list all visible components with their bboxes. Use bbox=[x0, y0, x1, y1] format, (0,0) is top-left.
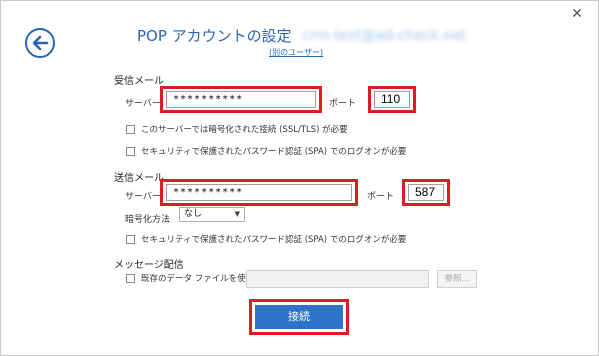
outgoing-spa-checkbox[interactable] bbox=[126, 234, 135, 244]
existing-data-file-label: 既存のデータ ファイルを使用 bbox=[141, 274, 255, 284]
incoming-spa-checkbox-row[interactable]: セキュリティで保護されたパスワード認証 (SPA) でのログオンが必要 bbox=[126, 145, 406, 157]
encryption-method-value: なし bbox=[184, 209, 203, 219]
title-row: POP アカウントの設定 crm-test@ad-check.net bbox=[137, 25, 466, 46]
back-button[interactable] bbox=[25, 28, 55, 58]
connect-button[interactable]: 接続 bbox=[255, 305, 343, 329]
back-arrow-icon bbox=[32, 35, 49, 51]
incoming-port-label: ポート bbox=[329, 99, 357, 109]
encryption-method-select[interactable]: なし ▼ bbox=[179, 207, 245, 222]
ssl-required-checkbox-row[interactable]: このサーバーでは暗号化された接続 (SSL/TLS) が必要 bbox=[126, 123, 348, 135]
pop-account-settings-dialog: ✕ POP アカウントの設定 crm-test@ad-check.net (別の… bbox=[0, 0, 599, 356]
data-file-path-input bbox=[246, 270, 429, 288]
encryption-method-label: 暗号化方法 bbox=[125, 215, 171, 225]
ssl-required-checkbox[interactable] bbox=[126, 124, 135, 134]
incoming-mail-section-label: 受信メール bbox=[114, 76, 164, 87]
incoming-port-input[interactable]: 110 bbox=[374, 91, 410, 108]
outgoing-server-label: サーバー bbox=[125, 192, 161, 202]
browse-button: 参照... bbox=[437, 270, 477, 288]
account-email: crm-test@ad-check.net bbox=[302, 27, 467, 44]
outgoing-port-label: ポート bbox=[367, 192, 395, 202]
ssl-required-label: このサーバーでは暗号化された接続 (SSL/TLS) が必要 bbox=[141, 125, 348, 135]
incoming-server-label: サーバー bbox=[125, 99, 161, 109]
existing-data-file-checkbox[interactable] bbox=[126, 273, 135, 283]
outgoing-spa-label: セキュリティで保護されたパスワード認証 (SPA) でのログオンが必要 bbox=[141, 235, 407, 245]
page-title: POP アカウントの設定 bbox=[137, 27, 292, 45]
close-icon[interactable]: ✕ bbox=[570, 7, 584, 21]
outgoing-port-input[interactable]: 587 bbox=[408, 184, 444, 201]
outgoing-mail-section-label: 送信メール bbox=[114, 173, 164, 184]
outgoing-spa-checkbox-row[interactable]: セキュリティで保護されたパスワード認証 (SPA) でのログオンが必要 bbox=[126, 233, 406, 245]
message-delivery-section-label: メッセージ配信 bbox=[114, 260, 184, 271]
other-user-link[interactable]: (別のユーザー) bbox=[269, 47, 323, 58]
incoming-spa-checkbox[interactable] bbox=[126, 146, 135, 156]
incoming-spa-label: セキュリティで保護されたパスワード認証 (SPA) でのログオンが必要 bbox=[141, 147, 407, 157]
outgoing-server-input[interactable]: ********** bbox=[166, 184, 352, 201]
chevron-down-icon: ▼ bbox=[234, 210, 240, 218]
existing-data-file-checkbox-row[interactable]: 既存のデータ ファイルを使用 bbox=[126, 272, 254, 284]
incoming-server-input[interactable]: ********** bbox=[166, 91, 316, 108]
